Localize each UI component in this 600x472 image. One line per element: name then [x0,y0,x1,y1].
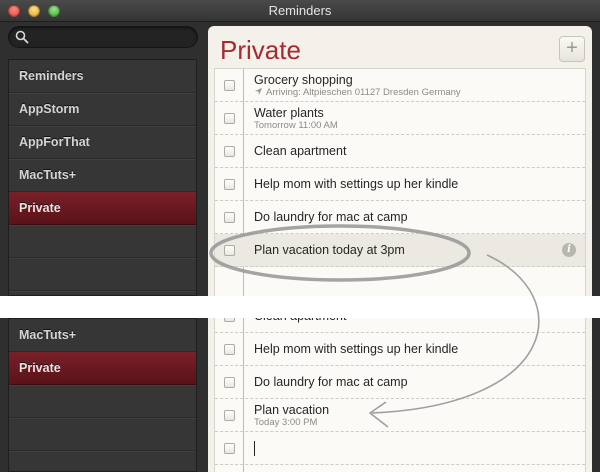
reminder-list: Grocery shopping Arriving: Altpieschen 01… [214,68,586,296]
sidebar-item-private[interactable]: Private [9,192,196,225]
location-arrow-icon [254,87,263,96]
reminder-title[interactable]: Clean apartment [254,144,346,158]
reminders-window-after: MacTuts+Private Clean apartment Help mom … [0,318,600,472]
window-title: Reminders [268,3,332,18]
complete-checkbox[interactable] [224,245,235,256]
reminder-row[interactable]: Help mom with settings up her kindle [215,168,585,201]
reminder-title[interactable]: Plan vacation [254,403,329,417]
complete-checkbox[interactable] [224,80,235,91]
reminder-row[interactable]: Clean apartment [215,318,585,333]
reminder-row[interactable]: Grocery shopping Arriving: Altpieschen 01… [215,69,585,102]
complete-checkbox[interactable] [224,443,235,454]
reminder-subtitle-text: Today 3:00 PM [254,417,318,428]
reminder-row[interactable]: Plan vacation Today 3:00 PM [215,399,585,432]
reminder-title[interactable]: Water plants [254,106,324,120]
complete-checkbox[interactable] [224,179,235,190]
reminder-subtitle-text: Tomorrow 11:00 AM [254,120,338,131]
complete-checkbox[interactable] [224,377,235,388]
info-icon[interactable]: i [562,243,576,257]
sidebar-item-reminders[interactable]: Reminders [9,60,196,93]
reminder-row[interactable] [215,432,585,465]
reminder-row[interactable]: Water plants Tomorrow 11:00 AM [215,102,585,135]
reminder-title[interactable]: Grocery shopping [254,73,353,87]
reminder-subtitle: Arriving: Altpieschen 01127 Dresden Germ… [254,87,461,98]
reminder-subtitle-text: Arriving: Altpieschen 01127 Dresden Germ… [266,87,461,98]
sidebar: MacTuts+ Private [0,318,206,472]
sidebar-item-empty [9,225,196,258]
list-content: Clean apartment Help mom with settings up… [208,318,592,472]
list-header: Private + [208,26,592,68]
sidebar-item-empty [9,385,196,418]
reminder-row[interactable]: Do laundry for mac at camp [215,366,585,399]
complete-checkbox[interactable] [224,344,235,355]
reminder-title[interactable]: Do laundry for mac at camp [254,210,408,224]
add-reminder-button[interactable]: + [559,36,585,62]
sidebar-item-empty [9,258,196,291]
search-field[interactable] [8,26,198,48]
reminder-row[interactable]: Do laundry for mac at camp [215,201,585,234]
reminder-title[interactable]: Plan vacation today at 3pm [254,243,405,257]
reminder-row[interactable]: Plan vacation today at 3pm i [215,234,585,267]
complete-checkbox[interactable] [224,410,235,421]
reminder-title[interactable]: Clean apartment [254,318,346,323]
title-bar: Reminders [0,0,600,22]
sidebar-item-private[interactable]: Private [9,352,196,385]
lists-panel: MacTuts+ Private [8,318,197,472]
sidebar-item-mactuts-[interactable]: MacTuts+ [9,319,196,352]
complete-checkbox[interactable] [224,146,235,157]
sidebar: Reminders AppStorm AppForThat MacTuts+ Priva… [0,22,206,296]
complete-checkbox[interactable] [224,113,235,124]
search-input[interactable] [33,29,193,45]
reminder-title[interactable]: Do laundry for mac at camp [254,375,408,389]
complete-checkbox[interactable] [224,212,235,223]
lists-panel: Reminders AppStorm AppForThat MacTuts+ Priva… [8,59,197,296]
reminder-row[interactable]: Clean apartment [215,135,585,168]
reminder-row[interactable]: Help mom with settings up her kindle [215,333,585,366]
sidebar-item-mactuts-[interactable]: MacTuts+ [9,159,196,192]
reminders-window: Reminders Reminders AppStorm AppForThat Mac… [0,0,600,296]
page-title: Private [220,35,301,65]
sidebar-item-appforthat[interactable]: AppForThat [9,126,196,159]
list-content: Private + Grocery shopping Arriving: Altp… [208,26,592,296]
text-cursor[interactable] [254,441,255,456]
reminder-list: Clean apartment Help mom with settings up… [214,318,586,472]
sidebar-item-appstorm[interactable]: AppStorm [9,93,196,126]
reminder-title[interactable]: Help mom with settings up her kindle [254,342,458,356]
sidebar-item-empty [9,418,196,451]
reminder-title[interactable]: Help mom with settings up her kindle [254,177,458,191]
search-icon [15,30,29,44]
reminder-subtitle: Tomorrow 11:00 AM [254,120,338,131]
sidebar-item-empty [9,451,196,472]
reminder-subtitle: Today 3:00 PM [254,417,317,428]
complete-checkbox[interactable] [224,318,235,322]
